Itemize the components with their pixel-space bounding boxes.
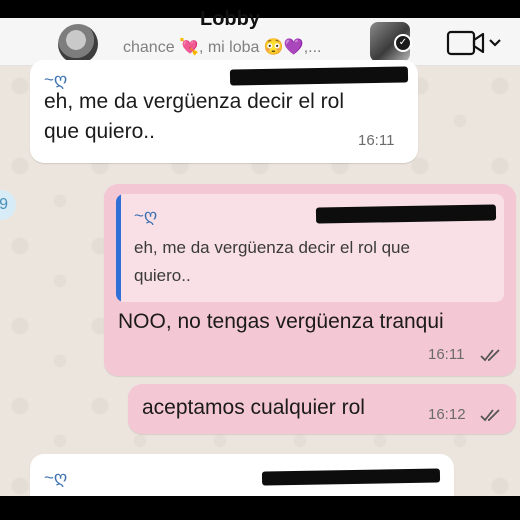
message-time: 16:12 [428, 406, 466, 423]
quoted-text-line-1: eh, me da vergüenza decir el rol que [134, 238, 410, 257]
sender-name[interactable]: ~ღ [44, 468, 67, 488]
check-badge-icon: ✓ [394, 34, 412, 52]
quoted-sender-name: ~ღ [134, 206, 158, 225]
bottom-black-bar [0, 496, 520, 520]
message-text-line-1: eh, me da vergüenza decir el rol [44, 90, 344, 113]
chat-area[interactable]: 9 ~ღ eh, me da vergüenza decir el rol qu… [0, 60, 520, 514]
chat-members-subtitle[interactable]: chance 💘, mi loba 😳💜,... [123, 37, 322, 57]
outgoing-message[interactable]: aceptamos cualquier rol 16:12 [128, 384, 516, 434]
message-text: aceptamos cualquier rol [142, 396, 365, 419]
redacted-name [229, 66, 409, 86]
read-receipt-icon [480, 349, 500, 362]
read-receipt-icon [480, 409, 500, 422]
quote-accent-bar [116, 194, 121, 302]
chat-title[interactable]: Lobby [200, 8, 260, 31]
message-text: NOO, no tengas vergüenza tranqui [118, 310, 444, 333]
message-time: 16:11 [428, 346, 465, 363]
reaction-badge[interactable]: 9 [0, 190, 16, 220]
redacted-name [315, 204, 497, 224]
message-time: 16:11 [358, 132, 395, 149]
quoted-text-line-2: quiero.. [134, 266, 191, 285]
top-black-bar [0, 0, 520, 18]
message-text-line-2: que quiero.. [44, 120, 155, 143]
outgoing-message[interactable]: ~ღ eh, me da vergüenza decir el rol que … [104, 184, 516, 376]
redacted-name [261, 468, 441, 486]
chat-header: Lobby chance 💘, mi loba 😳💜,... ✓ [0, 8, 520, 66]
chevron-down-icon [489, 39, 501, 47]
quoted-message[interactable]: ~ღ eh, me da vergüenza decir el rol que … [116, 194, 504, 302]
group-avatar[interactable] [58, 24, 98, 64]
video-call-icon[interactable] [446, 28, 502, 58]
incoming-message[interactable]: ~ღ eh, me da vergüenza decir el rol que … [30, 60, 418, 163]
sender-name[interactable]: ~ღ [44, 70, 67, 90]
